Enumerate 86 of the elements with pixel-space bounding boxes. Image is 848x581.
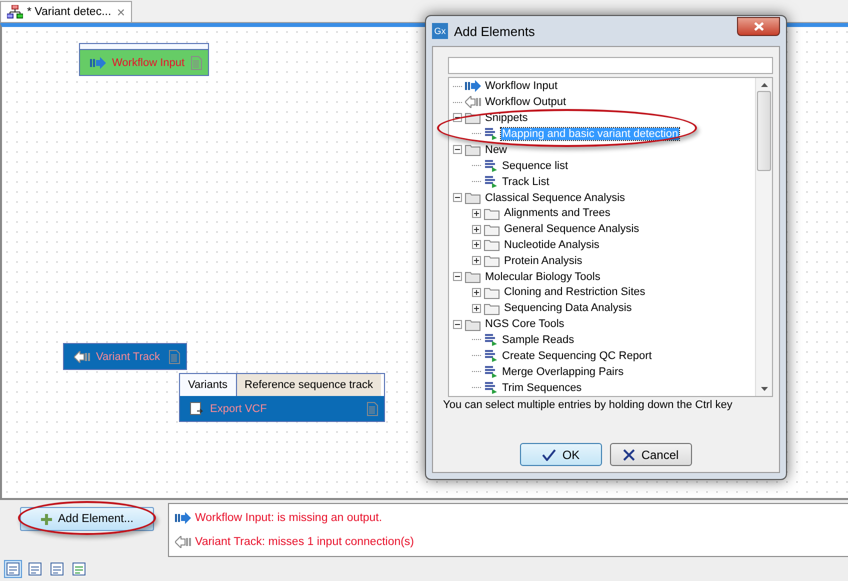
output-arrow-icon [175,536,191,548]
tree-item[interactable]: Track List [501,176,550,188]
tree-item[interactable]: Alignments and Trees [503,207,612,220]
tree-item[interactable]: Snippets [484,112,529,124]
collapse-icon[interactable] [453,145,462,154]
expand-icon[interactable] [472,240,481,250]
folder-icon [484,222,500,236]
dialog-title: Add Elements [454,24,535,38]
ok-button[interactable]: OK [520,443,602,466]
search-field[interactable] [448,57,773,74]
tree-item[interactable]: Workflow Output [484,96,568,108]
input-arrow-icon [465,80,481,92]
node-label: Workflow Input [112,56,185,68]
input-arrow-icon [90,56,106,68]
tool-icon [484,349,498,362]
tool-icon [484,381,498,394]
output-arrow-icon [74,350,90,362]
folder-icon [465,270,481,284]
scrollbar[interactable] [755,78,772,396]
tool-icon [484,365,498,378]
tree-item[interactable]: Merge Overlapping Pairs [501,366,625,378]
tree-item[interactable]: Protein Analysis [503,254,584,267]
folder-icon [484,206,500,220]
tree-item[interactable]: Nucleotide Analysis [503,238,600,251]
collapse-icon[interactable] [453,320,462,329]
input-port[interactable]: Variants [180,374,237,396]
folder-icon [465,143,481,156]
folder-icon [484,254,500,268]
editor-tab[interactable]: * Variant detec... × [0,1,132,22]
expand-icon[interactable] [472,304,481,313]
tree-item[interactable]: Cloning and Restriction Sites [503,286,646,298]
close-button[interactable] [737,16,780,36]
expand-icon[interactable] [472,256,481,266]
tool-icon [484,127,498,140]
output-arrow-icon [465,96,481,108]
folder-icon [484,238,500,252]
document-icon [191,56,202,70]
tool-icon [484,333,498,346]
expand-icon[interactable] [472,208,481,218]
input-arrow-icon [175,512,191,524]
scroll-down-icon[interactable] [760,387,768,392]
add-element-button[interactable]: Add Element... [20,507,154,531]
cancel-button[interactable]: Cancel [610,443,692,466]
collapse-icon[interactable] [453,193,462,202]
tree-item[interactable]: Classical Sequence Analysis [484,192,626,204]
plus-icon [41,514,52,524]
node-label: Variant Track [96,350,161,362]
tree-item[interactable]: Trim Sequences [501,382,583,394]
tree-item[interactable]: NGS Core Tools [484,318,566,330]
tree-item[interactable]: Create Sequencing QC Report [501,350,653,362]
node-label: Export VCF [210,402,268,414]
app-logo: Gx [432,23,448,39]
scrollbar-thumb[interactable] [757,91,771,171]
workflow-icon [7,5,23,19]
warning-message: Variant Track: misses 1 input connection(s) [195,536,414,548]
export-icon [190,402,204,416]
folder-icon [465,111,481,124]
tree-item[interactable]: Workflow Input [484,80,559,92]
warning-message: Workflow Input: is missing an output. [195,512,382,524]
tool-node[interactable]: Variants Reference sequence track Export VCF [179,373,385,422]
expand-icon[interactable] [472,288,481,297]
tree-item[interactable]: Molecular Biology Tools [484,270,602,283]
tree-item[interactable]: General Sequence Analysis [503,223,640,236]
close-icon [754,22,764,30]
tree-item[interactable]: Sequencing Data Analysis [503,302,633,314]
folder-icon [465,191,481,204]
folder-icon [465,318,481,331]
scroll-up-icon[interactable] [760,82,768,87]
folder-icon [484,286,500,299]
hint-text: You can select multiple entries by holding down the Ctrl key [443,398,734,411]
collapse-icon[interactable] [453,113,462,122]
tree-item[interactable]: New [484,144,508,156]
checkmark-icon [542,448,556,460]
tree-item[interactable]: Sample Reads [501,334,576,346]
folder-icon [484,302,500,315]
collapse-icon[interactable] [453,272,462,282]
expand-icon[interactable] [472,224,481,234]
tab-title: * Variant detec... [27,6,112,18]
cross-icon [623,448,636,460]
tool-icon [484,175,498,188]
document-icon [169,350,180,364]
tree-item[interactable]: Sequence list [501,160,570,172]
close-icon[interactable]: × [116,4,125,20]
tool-icon [484,159,498,172]
input-port[interactable]: Reference sequence track [236,374,381,396]
document-icon [367,402,378,416]
